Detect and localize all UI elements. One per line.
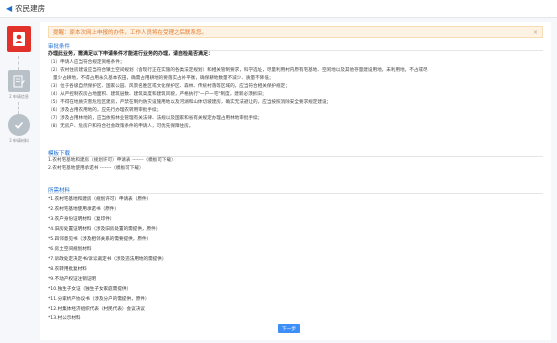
top-bar: ◀ 农民建房: [0, 0, 557, 18]
step-connector: [18, 56, 19, 70]
material-item: *12.村集体经济组织代表（村民代表）会议决议: [48, 307, 145, 312]
condition-item: （5）不得在地质灾害危险区建房，严禁在制约防灾设施用地以及河湖和山体切坡建房，确…: [48, 100, 332, 105]
condition-item: （6）涉及占用农用地的，应先行办理农转用审批手续；: [48, 108, 162, 113]
step-sidebar: 2 申请信息 3 申请材料: [6, 22, 32, 340]
condition-item: 量少占耕地，不得占用永久基本农田，确需占用耕地的要落实占补平衡，确保耕地数量不减…: [53, 76, 274, 81]
notice-banner: 提醒：原本次网上申报的办件，工作人员将在受理之后联系您。 ×: [48, 26, 543, 38]
edit-form-icon: [8, 70, 30, 92]
condition-item: （7）涉及占用林地的，应当依照林业管理有关法律、法规以及国家和省有关规定办理占用…: [48, 116, 263, 121]
next-button[interactable]: 下一步: [278, 324, 300, 333]
material-item: *1.农村宅基地和建房（规划许可）申请表（原件）: [48, 197, 152, 202]
step-3-label: 3 申请材料: [9, 138, 29, 143]
back-arrow-icon[interactable]: ◀: [6, 4, 12, 13]
step-3[interactable]: 3 申请材料: [6, 114, 32, 144]
condition-item: （1）申请人应当符合规定资格条件；: [48, 60, 125, 65]
step-connector: [18, 102, 19, 114]
material-item: *10.独生子女证（独生子女家庭需提供）: [48, 287, 132, 292]
id-card-icon: [7, 26, 31, 52]
material-item: *6.房土空间规划材料: [48, 247, 92, 252]
material-item: *5.四邻意见书（涉及相邻关系的需要提供，原件）: [48, 237, 152, 242]
notice-text: 提醒：原本次网上申报的办件，工作人员将在受理之后联系您。: [53, 30, 208, 36]
step-2-label: 2 申请信息: [9, 94, 29, 99]
condition-item: （8）无房户、危房户和符合社会政策条件的申请人，可优先保障住房。: [48, 124, 194, 129]
condition-item: （3）位于各级自然保护区、国家公园、风景名胜区或文化保护区、森林、传统村落等区域…: [48, 84, 290, 89]
condition-item: （2）农村住房建设应当符合镇土空间规划（含现行正在实施的各类法定规划）和相关管制…: [48, 68, 428, 73]
material-item: *2.农村宅基地使用承诺书（原件）: [48, 207, 119, 212]
material-item: *11.分家析产协议书（涉及分户的需提供，原件）: [48, 297, 150, 302]
material-item: *8.农转用批复材料: [48, 267, 87, 272]
check-icon: [8, 114, 30, 136]
main-panel: 提醒：原本次网上申报的办件，工作人员将在受理之后联系您。 × 审批条件 办理此业…: [40, 22, 551, 340]
page-title: 农民建房: [15, 4, 46, 13]
download-link[interactable]: 1.农村宅基地和建房（规划许可）申请表 -------（模板可下载）: [48, 157, 176, 165]
download-link[interactable]: 2.农村宅基地使用承诺书 -------（模板可下载）: [48, 165, 144, 173]
material-item: *4.旧房处置证明材料（涉及旧房处置的需提供，原件）: [48, 227, 161, 232]
step-1[interactable]: [6, 26, 32, 52]
condition-item: （4）从严控制农房占地面积、建筑层数、建筑高度和建筑风貌，严格执行"一户一宅"制…: [48, 92, 267, 97]
step-2[interactable]: 2 申请信息: [6, 70, 32, 100]
material-item: *7.诉政处定决定书/诉讼裁定书（涉及违法用地的需提供）: [48, 257, 167, 262]
material-item: *3.农户身份证明材料（复印件）: [48, 217, 115, 222]
conditions-heading: 办理此业务，需满足以下申请条件才能进行业务的办理，请自检是否满足：: [48, 51, 214, 57]
material-item: *9.不动产权证注销证明: [48, 277, 97, 282]
divider: [48, 193, 543, 194]
conditions-title: 审批条件: [48, 44, 71, 50]
material-item: *13.村公示材料: [48, 316, 81, 321]
close-icon[interactable]: ×: [533, 29, 538, 36]
